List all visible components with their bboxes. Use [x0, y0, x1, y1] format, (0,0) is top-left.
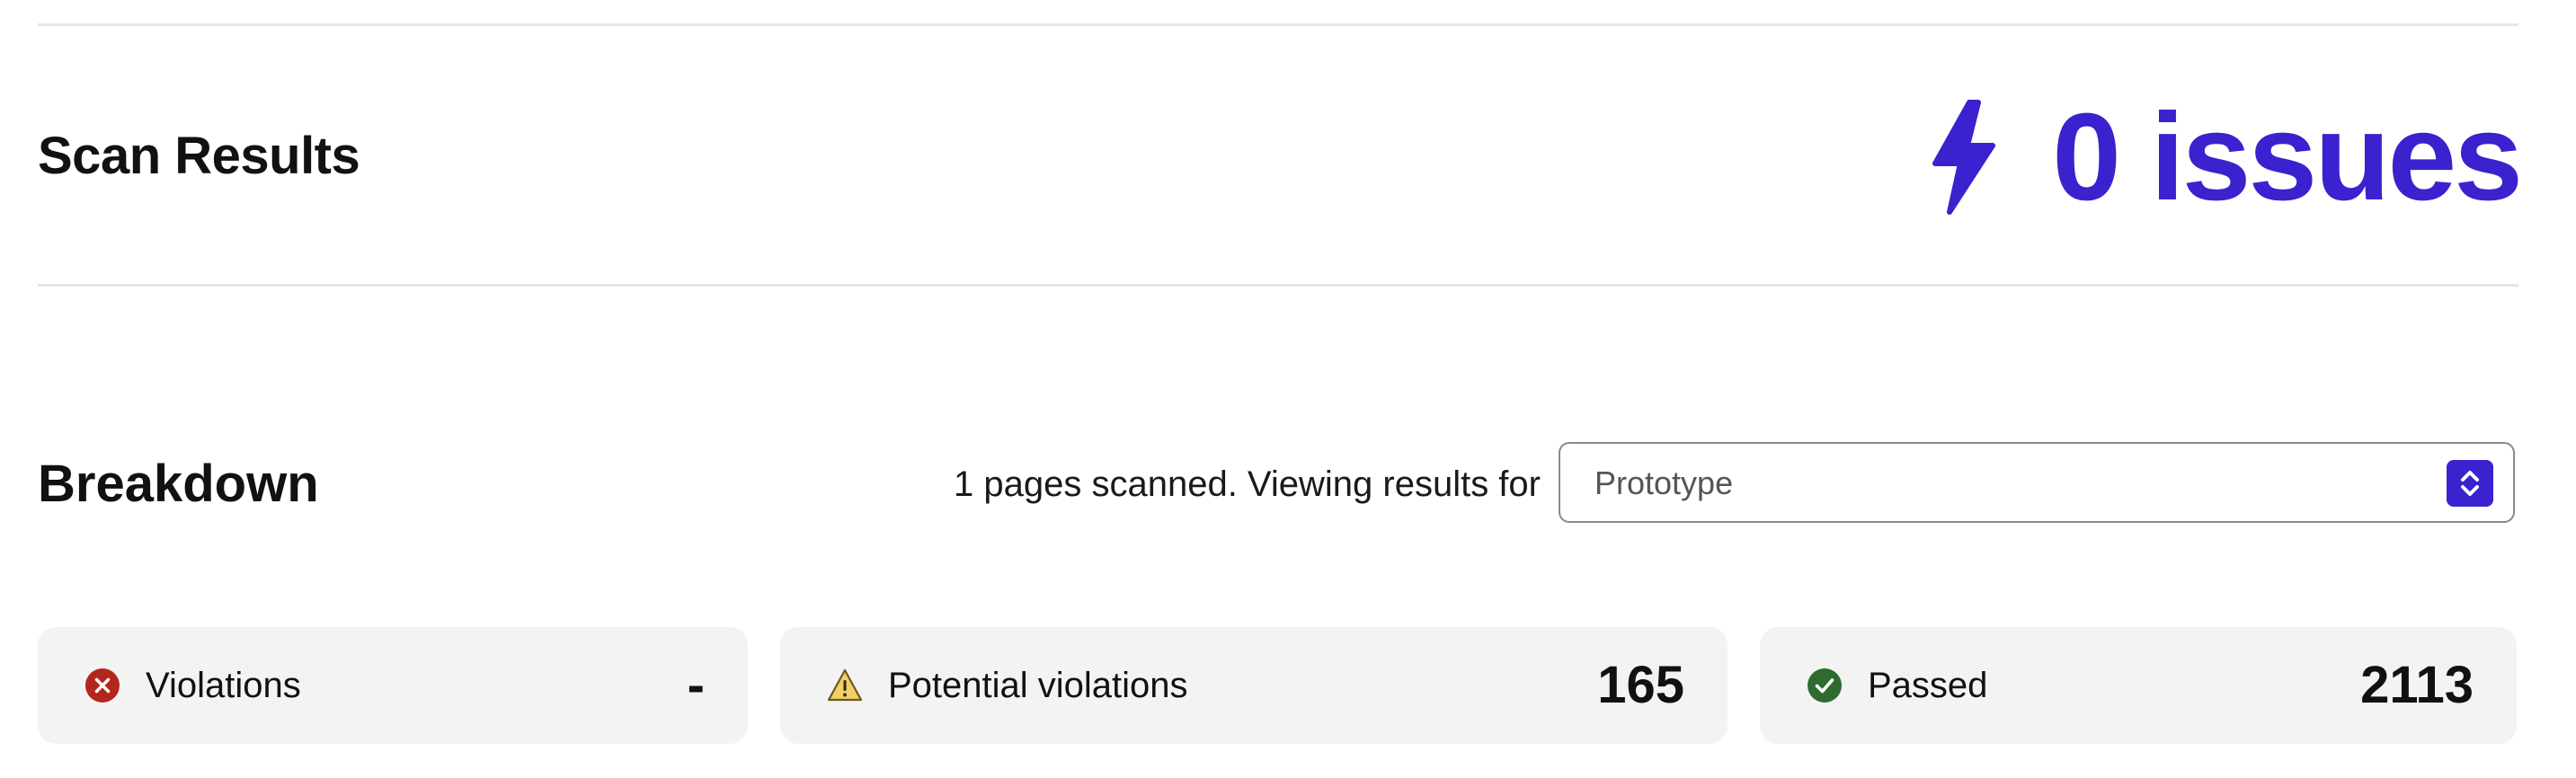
potential-violations-count: 165	[1597, 656, 1684, 714]
potential-violations-card[interactable]: Potential violations 165	[780, 627, 1728, 744]
issues-count: 0 issues	[2052, 88, 2523, 226]
violations-count: -	[687, 656, 705, 714]
potential-violations-label: Potential violations	[888, 666, 1188, 705]
warning-triangle-icon	[827, 668, 863, 702]
select-value: Prototype	[1594, 464, 1734, 501]
top-divider	[38, 23, 2518, 26]
results-view-select[interactable]: Prototype	[1559, 442, 2515, 523]
section-divider	[38, 284, 2518, 287]
violations-label: Violations	[146, 666, 301, 705]
passed-card[interactable]: Passed 2113	[1760, 627, 2517, 744]
breakdown-title: Breakdown	[38, 455, 319, 513]
lightning-bolt-icon	[1932, 100, 1996, 215]
scan-results-title: Scan Results	[38, 127, 360, 185]
violations-card[interactable]: Violations -	[38, 627, 748, 744]
issues-summary: 0 issues	[1923, 88, 2523, 226]
chevron-up-down-icon[interactable]	[2447, 460, 2493, 507]
pages-scanned-text: 1 pages scanned. Viewing results for	[954, 464, 1541, 504]
error-circle-icon	[85, 668, 120, 703]
passed-count: 2113	[2360, 656, 2474, 714]
scan-results-page: Scan Results 0 issues Breakdown 1 pages …	[0, 0, 2576, 778]
check-circle-icon	[1808, 668, 1842, 703]
passed-label: Passed	[1868, 666, 1988, 705]
